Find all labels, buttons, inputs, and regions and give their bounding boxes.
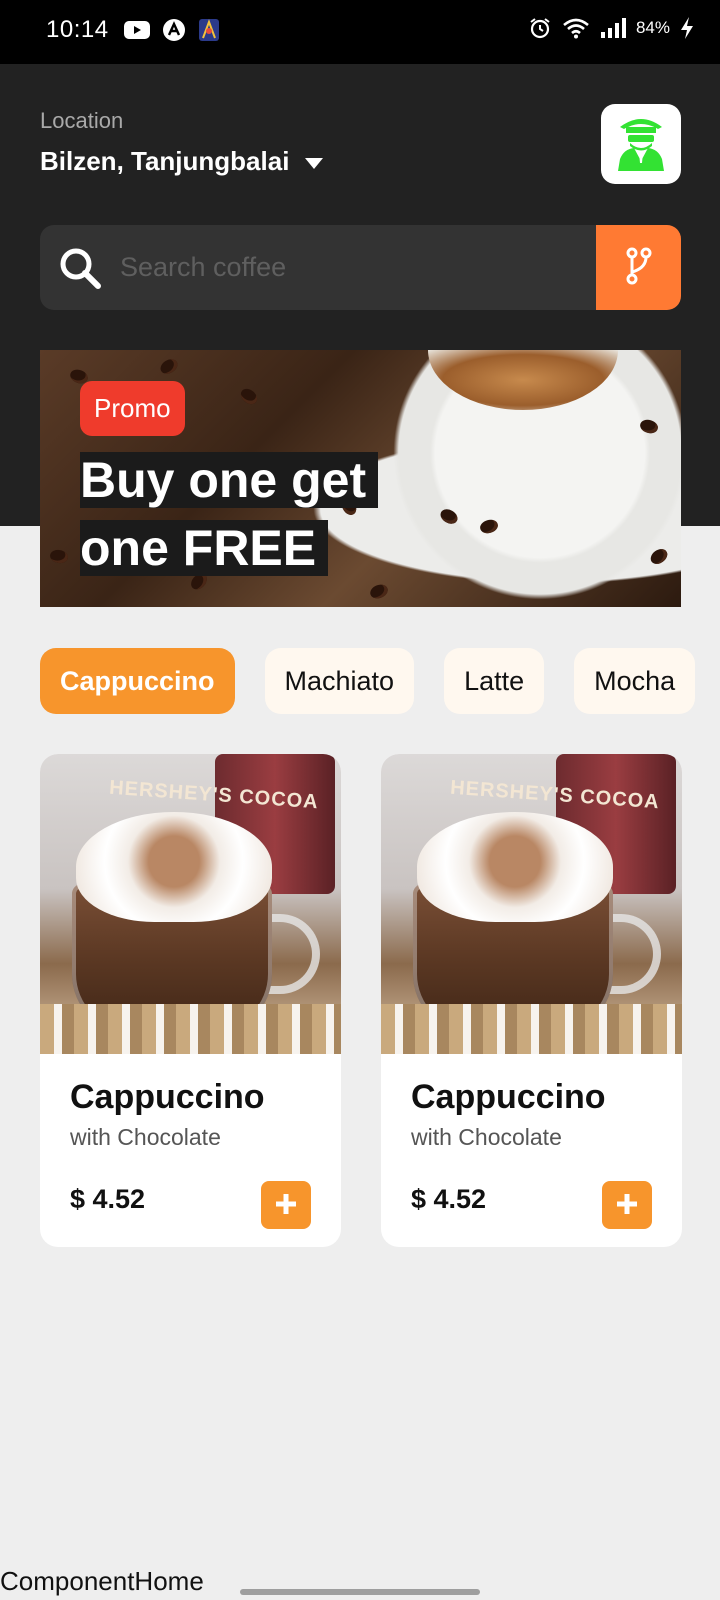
promo-title: Buy one get one FREE bbox=[80, 446, 420, 582]
product-card[interactable]: HERSHEY'S COCOA Cappuccino with Chocolat… bbox=[381, 754, 682, 1247]
category-tabs: Cappuccino Machiato Latte Mocha bbox=[40, 648, 696, 714]
product-image: HERSHEY'S COCOA bbox=[381, 754, 682, 1054]
filter-button[interactable] bbox=[596, 225, 681, 310]
app-a-icon bbox=[162, 18, 186, 42]
signal-icon bbox=[600, 17, 626, 39]
promo-banner[interactable]: Promo Buy one get one FREE bbox=[40, 350, 681, 607]
plus-icon bbox=[274, 1192, 298, 1219]
product-name: Cappuccino bbox=[411, 1078, 606, 1116]
chevron-down-icon bbox=[305, 146, 324, 177]
status-time: 10:14 bbox=[46, 16, 109, 43]
branch-icon bbox=[624, 246, 654, 289]
product-name: Cappuccino bbox=[70, 1078, 265, 1116]
youtube-icon bbox=[124, 20, 150, 40]
product-image: HERSHEY'S COCOA bbox=[40, 754, 341, 1054]
category-cappuccino[interactable]: Cappuccino bbox=[40, 648, 235, 714]
product-price: $ 4.52 bbox=[70, 1184, 146, 1214]
notification-icons bbox=[124, 18, 220, 42]
product-price: $ 4.52 bbox=[411, 1184, 487, 1214]
search-bar bbox=[40, 225, 681, 310]
charging-icon bbox=[680, 16, 694, 40]
add-to-cart-button[interactable] bbox=[602, 1181, 652, 1229]
home-indicator[interactable] bbox=[240, 1589, 480, 1595]
product-subtitle: with Chocolate bbox=[411, 1124, 562, 1150]
game-app-icon bbox=[198, 18, 220, 42]
spy-icon bbox=[616, 113, 666, 176]
category-latte[interactable]: Latte bbox=[444, 648, 545, 714]
system-icons: 84% bbox=[528, 16, 694, 40]
product-subtitle: with Chocolate bbox=[70, 1124, 221, 1150]
search-icon bbox=[58, 246, 102, 295]
promo-badge: Promo bbox=[80, 381, 185, 436]
location-selector[interactable]: Bilzen, Tanjungbalai bbox=[40, 146, 324, 177]
battery-percent: 84% bbox=[635, 18, 670, 37]
location-label: Location bbox=[40, 108, 124, 133]
location-value: Bilzen, Tanjungbalai bbox=[40, 146, 290, 176]
alarm-icon bbox=[528, 16, 552, 40]
avatar[interactable] bbox=[601, 104, 681, 184]
component-label: ComponentHome bbox=[0, 1566, 204, 1596]
category-mocha[interactable]: Mocha bbox=[574, 648, 696, 714]
product-card[interactable]: HERSHEY'S COCOA Cappuccino with Chocolat… bbox=[40, 754, 341, 1247]
search-input[interactable] bbox=[120, 225, 590, 310]
coffee-cup-image bbox=[428, 350, 618, 410]
category-machiato[interactable]: Machiato bbox=[264, 648, 415, 714]
plus-icon bbox=[615, 1192, 639, 1219]
add-to-cart-button[interactable] bbox=[261, 1181, 311, 1229]
wifi-icon bbox=[562, 17, 590, 39]
status-bar: 10:14 84% bbox=[0, 0, 720, 64]
